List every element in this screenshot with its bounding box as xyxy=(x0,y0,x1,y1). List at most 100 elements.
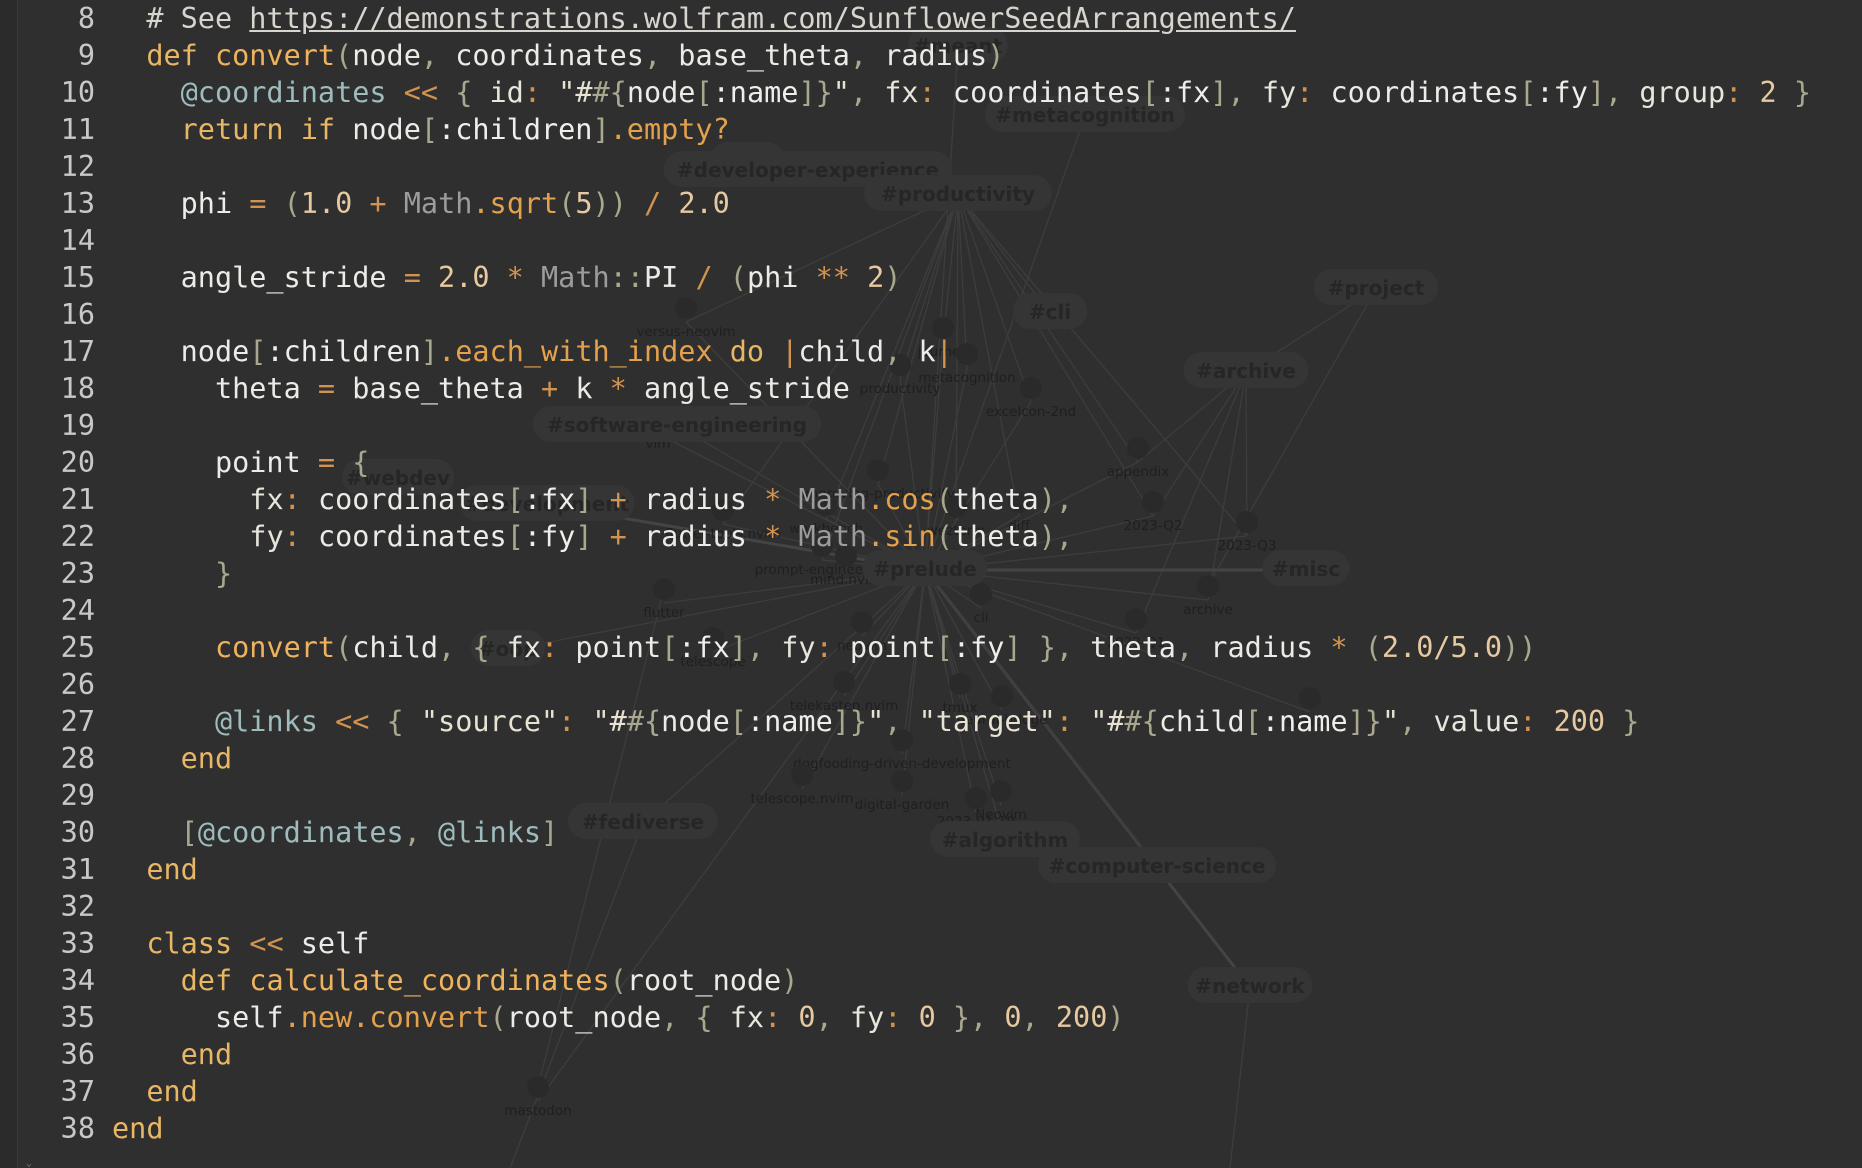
code-token: self xyxy=(112,1001,284,1034)
code-area[interactable]: 8 # See https://demonstrations.wolfram.c… xyxy=(0,0,1811,1147)
code-token: 0 xyxy=(798,1001,816,1034)
code-token: coordinates xyxy=(1330,76,1520,109)
code-line[interactable]: 38 end xyxy=(0,1110,1811,1147)
code-line[interactable]: 21 fx: coordinates[:fx] + radius * Math.… xyxy=(0,481,1811,518)
code-token: [ xyxy=(1519,76,1537,109)
code-token: base_theta xyxy=(352,372,541,405)
code-token: "# xyxy=(592,705,627,738)
code-token: )) xyxy=(592,187,627,220)
code-token: :children xyxy=(266,335,421,368)
code-token: : xyxy=(558,705,593,738)
code-token: radius xyxy=(1210,631,1331,664)
code-line[interactable]: 35 self.new.convert(root_node, { fx: 0, … xyxy=(0,999,1811,1036)
code-line[interactable]: 30 [@coordinates, @links] xyxy=(0,814,1811,851)
line-number: 18 xyxy=(60,372,95,405)
code-token: angle_stride xyxy=(643,372,850,405)
code-line[interactable]: 27 @links << { "source": "##{node[:name]… xyxy=(0,703,1811,740)
code-line[interactable]: 19 xyxy=(0,407,1811,444)
code-token: :name xyxy=(1261,705,1348,738)
code-token: 200 xyxy=(1055,1001,1108,1034)
code-line[interactable]: 22 fy: coordinates[:fy] + radius * Math.… xyxy=(0,518,1811,555)
code-token: k xyxy=(918,335,936,368)
line-number: 38 xyxy=(60,1112,95,1145)
code-line[interactable]: 24 xyxy=(0,592,1811,629)
code-line[interactable]: 36 end xyxy=(0,1036,1811,1073)
code-token: #{ xyxy=(626,705,662,738)
code-line[interactable]: 23 } xyxy=(0,555,1811,592)
code-token: fy xyxy=(1261,76,1297,109)
code-token: ) xyxy=(987,39,1005,72)
code-line[interactable]: 26 xyxy=(0,666,1811,703)
code-line[interactable]: 31 end xyxy=(0,851,1811,888)
code-token: : xyxy=(1055,705,1091,738)
code-line[interactable]: 13 phi = (1.0 + Math.sqrt(5)) / 2.0 xyxy=(0,185,1811,222)
code-line[interactable]: 17 node[:children].each_with_index do |c… xyxy=(0,333,1811,370)
code-token: [ xyxy=(249,335,267,368)
code-token: : xyxy=(764,1001,799,1034)
code-token: ), xyxy=(1038,483,1074,516)
code-line[interactable]: 25 convert(child, { fx: point[:fx], fy: … xyxy=(0,629,1811,666)
code-token: " xyxy=(832,76,850,109)
code-token: @links xyxy=(214,705,318,738)
code-token: } xyxy=(1776,76,1811,109)
code-line[interactable]: 15 angle_stride = 2.0 * Math::PI / (phi … xyxy=(0,259,1811,296)
code-editor[interactable]: versus-neovim journey metacognition product… xyxy=(0,0,1862,1168)
line-number: 12 xyxy=(60,150,95,183)
code-token: * xyxy=(764,520,799,553)
code-token: coordinates xyxy=(317,520,507,553)
code-line[interactable]: 28 end xyxy=(0,740,1811,777)
code-line[interactable]: 34 def calculate_coordinates(root_node) xyxy=(0,962,1811,999)
code-token: :fy xyxy=(523,520,576,553)
fold-marker-icon[interactable]: ⌄ xyxy=(26,1159,34,1168)
code-token: "# xyxy=(1090,705,1125,738)
code-line[interactable]: 9 def convert(node, coordinates, base_th… xyxy=(0,37,1811,74)
line-number: 35 xyxy=(60,1001,95,1034)
code-line[interactable]: 37 end xyxy=(0,1073,1811,1110)
code-token: ]} xyxy=(832,705,868,738)
code-line[interactable]: 16 xyxy=(0,296,1811,333)
code-token: ( xyxy=(489,1001,507,1034)
line-number: 9 xyxy=(77,39,95,72)
code-line[interactable]: 10 @coordinates << { id: "##{node[:name]… xyxy=(0,74,1811,111)
code-token: " xyxy=(1381,705,1400,738)
line-number: 15 xyxy=(60,261,95,294)
code-token: .sqrt xyxy=(472,187,559,220)
code-token: fy xyxy=(249,520,284,553)
code-token: )) xyxy=(1502,631,1537,664)
code-token: def xyxy=(112,964,250,997)
code-line[interactable]: 20 point = { xyxy=(0,444,1811,481)
code-token: radius xyxy=(884,39,988,72)
code-token: , xyxy=(884,705,919,738)
line-number: 30 xyxy=(60,816,95,849)
code-token: ], xyxy=(1210,76,1262,109)
code-token: : xyxy=(918,76,953,109)
code-token: Math xyxy=(403,187,473,220)
code-token: , xyxy=(1175,631,1211,664)
line-number: 28 xyxy=(60,742,95,775)
code-line[interactable]: 8 # See https://demonstrations.wolfram.c… xyxy=(0,0,1811,37)
code-line[interactable]: 14 xyxy=(0,222,1811,259)
code-line[interactable]: 29 xyxy=(0,777,1811,814)
code-token: , xyxy=(643,39,679,72)
code-line[interactable]: 18 theta = base_theta + k * angle_stride xyxy=(0,370,1811,407)
code-line[interactable]: 11 return if node[:children].empty? xyxy=(0,111,1811,148)
code-token: .each_with_index xyxy=(438,335,713,368)
line-number: 19 xyxy=(60,409,95,442)
code-token: " xyxy=(867,705,885,738)
code-token: : xyxy=(1725,76,1760,109)
code-line[interactable]: 33 class << self xyxy=(0,925,1811,962)
code-token: , xyxy=(849,76,885,109)
code-token: : xyxy=(1296,76,1331,109)
code-token: } xyxy=(1605,705,1640,738)
code-line[interactable]: 32 xyxy=(0,888,1811,925)
code-line[interactable]: 12 xyxy=(0,148,1811,185)
code-token: ]} xyxy=(1347,705,1382,738)
code-token: base_theta xyxy=(678,39,850,72)
code-token: node xyxy=(352,113,421,146)
code-token: #{ xyxy=(1124,705,1159,738)
code-token: ( xyxy=(729,261,747,294)
code-token: 2 xyxy=(867,261,885,294)
code-token: ] xyxy=(541,816,559,849)
code-token: child xyxy=(352,631,439,664)
